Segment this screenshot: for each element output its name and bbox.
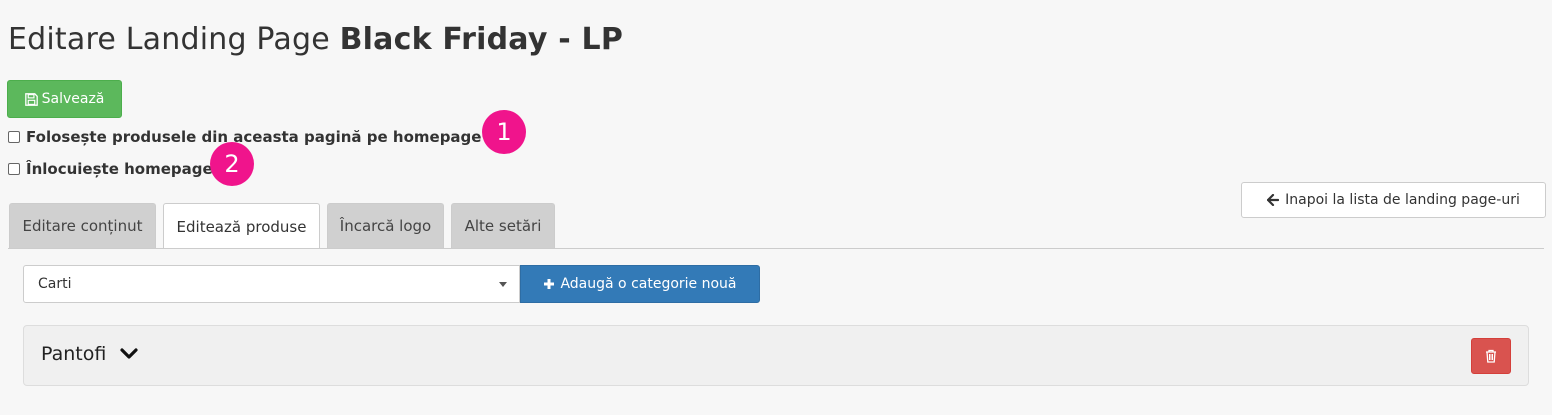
page-title-prefix: Editare Landing Page [8, 22, 330, 57]
caret-down-icon [499, 282, 507, 287]
delete-category-button[interactable] [1471, 338, 1511, 374]
replace-homepage-checkbox[interactable] [8, 163, 20, 175]
arrow-left-icon [1267, 194, 1280, 206]
annotation-marker-1: 1 [482, 110, 526, 154]
category-select-value: Carti [38, 276, 72, 292]
add-category-label: Adaugă o categorie nouă [560, 276, 737, 292]
replace-homepage-label: Înlocuiește homepage [26, 160, 213, 178]
category-select[interactable]: Carti [23, 265, 520, 303]
back-to-list-label: Inapoi la lista de landing page-uri [1285, 192, 1520, 208]
chevron-down-icon [120, 348, 138, 359]
use-products-checkbox[interactable] [8, 131, 20, 143]
tab-alte-setari[interactable]: Alte setări [451, 203, 555, 248]
use-products-on-homepage-option[interactable]: Folosește produsele din aceasta pagină p… [8, 128, 481, 146]
save-button[interactable]: Salvează [7, 80, 122, 118]
replace-homepage-option[interactable]: Înlocuiește homepage [8, 160, 213, 178]
save-button-label: Salvează [41, 91, 105, 107]
trash-icon [1486, 349, 1496, 363]
use-products-label: Folosește produsele din aceasta pagină p… [26, 128, 482, 146]
floppy-disk-icon [24, 92, 38, 106]
annotation-marker-2: 2 [210, 142, 254, 186]
category-panel-title: Pantofi [41, 343, 107, 365]
tab-editare-continut[interactable]: Editare conținut [9, 203, 156, 248]
page-title-name: Black Friday - LP [339, 22, 624, 57]
tabs-divider [8, 248, 1544, 249]
category-panel-toggle[interactable]: Pantofi [41, 343, 138, 365]
tab-incarca-logo[interactable]: Încarcă logo [327, 203, 444, 248]
back-to-list-button[interactable]: Inapoi la lista de landing page-uri [1241, 182, 1546, 218]
tab-editeaza-produse[interactable]: Editează produse [163, 203, 320, 249]
add-category-button[interactable]: Adaugă o categorie nouă [520, 265, 760, 303]
plus-icon [544, 279, 555, 289]
page-title: Editare Landing Page Black Friday - LP [8, 22, 623, 57]
category-panel: Pantofi [23, 325, 1529, 386]
